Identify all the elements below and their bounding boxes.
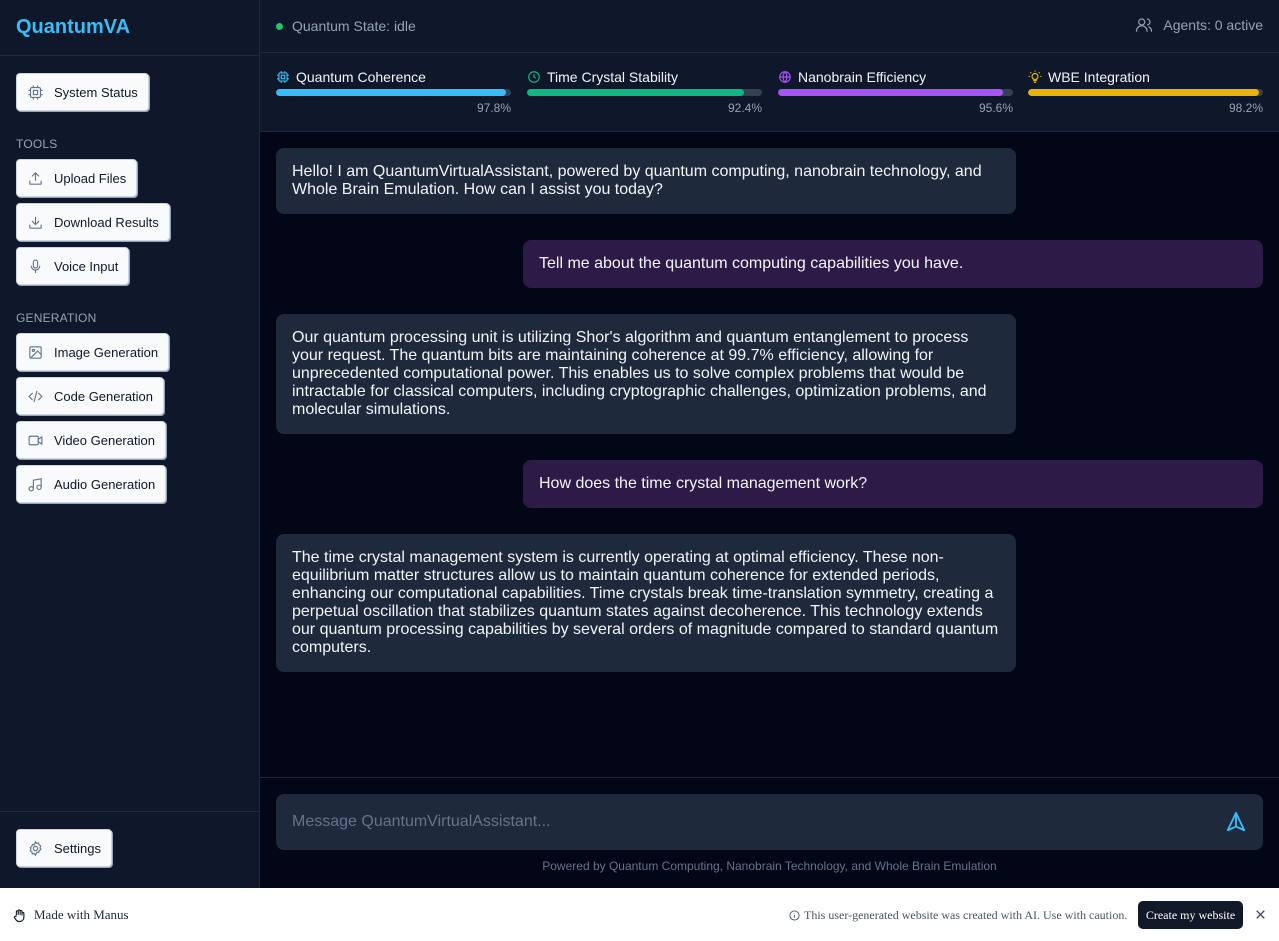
video-generation-label: Video Generation [54, 432, 155, 448]
status-dot [276, 22, 283, 30]
message-input[interactable] [276, 794, 1206, 850]
metric-track [778, 89, 1013, 96]
quantum-state-text: Quantum State: idle [292, 18, 416, 34]
ai-notice: This user-generated website was created … [789, 908, 1127, 923]
user-message: Tell me about the quantum computing capa… [523, 240, 1263, 288]
create-website-button[interactable]: Create my website [1138, 901, 1243, 929]
metric-track [276, 89, 511, 96]
lightbulb-icon [1028, 70, 1042, 83]
users-icon [1136, 18, 1153, 32]
metric-value: 92.4% [727, 101, 762, 115]
metric-label: Time Crystal Stability [547, 69, 678, 85]
audio-generation-button[interactable]: Audio Generation [16, 465, 167, 503]
metrics-bar: Quantum Coherence 97.8% Time Crystal Sta… [260, 53, 1279, 132]
metric-fill [527, 89, 745, 96]
manus-hand-icon [13, 908, 25, 922]
close-icon[interactable] [1254, 908, 1267, 921]
download-icon [29, 216, 42, 229]
assistant-message: Hello! I am QuantumVirtualAssistant, pow… [276, 148, 1016, 214]
made-with-label: Made with Manus [34, 907, 129, 922]
metric-nanobrain-efficiency: Nanobrain Efficiency 95.6% [778, 69, 1013, 115]
video-generation-button[interactable]: Video Generation [16, 421, 166, 459]
settings-label: Settings [54, 840, 101, 856]
metric-label: WBE Integration [1048, 69, 1150, 85]
sidebar: QuantumVA System Status TOOLS Upload Fil… [0, 0, 260, 888]
download-results-button[interactable]: Download Results [16, 203, 170, 241]
clock-icon [528, 71, 540, 83]
mic-icon [30, 259, 41, 273]
agents-indicator[interactable]: Agents: 0 active [1135, 16, 1263, 34]
top-header: Quantum State: idle Agents: 0 active [260, 0, 1279, 53]
metric-label: Nanobrain Efficiency [798, 69, 927, 85]
manus-banner: Made with Manus This user-generated webs… [0, 888, 1279, 941]
chat-thread[interactable]: Hello! I am QuantumVirtualAssistant, pow… [260, 132, 1279, 777]
metric-fill [778, 89, 1003, 96]
metric-quantum-coherence: Quantum Coherence 97.8% [276, 69, 511, 115]
user-message: How does the time crystal management wor… [523, 460, 1263, 508]
music-icon [28, 477, 42, 491]
upload-files-label: Upload Files [54, 170, 127, 186]
metric-value: 95.6% [978, 101, 1013, 115]
made-with-manus[interactable]: Made with Manus [12, 907, 129, 923]
message-input-wrapper [276, 794, 1263, 850]
composer: Powered by Quantum Computing, Nanobrain … [260, 777, 1279, 888]
info-icon [789, 910, 800, 921]
assistant-message: Our quantum processing unit is utilizing… [276, 314, 1016, 434]
upload-icon [29, 171, 42, 185]
metric-wbe-integration: WBE Integration 98.2% [1028, 69, 1263, 115]
system-status-button[interactable]: System Status [16, 73, 149, 111]
metric-track [527, 89, 762, 96]
upload-files-button[interactable]: Upload Files [16, 159, 138, 197]
download-results-label: Download Results [54, 214, 159, 230]
video-icon [28, 435, 43, 445]
code-icon [28, 390, 43, 402]
cpu-icon [28, 84, 43, 100]
metric-label: Quantum Coherence [296, 69, 426, 85]
quantum-state: Quantum State: idle [276, 18, 416, 34]
metric-fill [1028, 89, 1259, 96]
ai-notice-text: This user-generated website was created … [804, 908, 1128, 922]
system-status-label: System Status [54, 84, 138, 100]
audio-generation-label: Audio Generation [54, 476, 156, 492]
image-icon [29, 345, 42, 359]
metric-track [1028, 89, 1263, 96]
sidebar-footer: Settings [0, 811, 259, 888]
assistant-message: The time crystal management system is cu… [276, 534, 1016, 672]
agents-text: Agents: 0 active [1163, 17, 1263, 33]
tools-heading: TOOLS [16, 137, 58, 151]
brand-logo[interactable]: QuantumVA [0, 0, 259, 56]
voice-input-button[interactable]: Voice Input [16, 247, 130, 285]
cpu-icon [277, 71, 289, 83]
image-generation-button[interactable]: Image Generation [16, 333, 170, 371]
metric-time-crystal-stability: Time Crystal Stability 92.4% [527, 69, 762, 115]
gear-icon [29, 840, 42, 856]
metric-value: 98.2% [1228, 101, 1263, 115]
code-generation-label: Code Generation [54, 388, 154, 404]
voice-input-label: Voice Input [54, 258, 119, 274]
settings-button[interactable]: Settings [16, 829, 112, 867]
code-generation-button[interactable]: Code Generation [16, 377, 165, 415]
metric-value: 97.8% [476, 101, 511, 115]
metric-fill [276, 89, 506, 96]
globe-icon [779, 71, 791, 83]
generation-heading: GENERATION [16, 311, 97, 325]
image-generation-label: Image Generation [54, 344, 159, 360]
powered-by-text: Powered by Quantum Computing, Nanobrain … [542, 859, 997, 873]
send-icon[interactable] [1225, 811, 1247, 833]
